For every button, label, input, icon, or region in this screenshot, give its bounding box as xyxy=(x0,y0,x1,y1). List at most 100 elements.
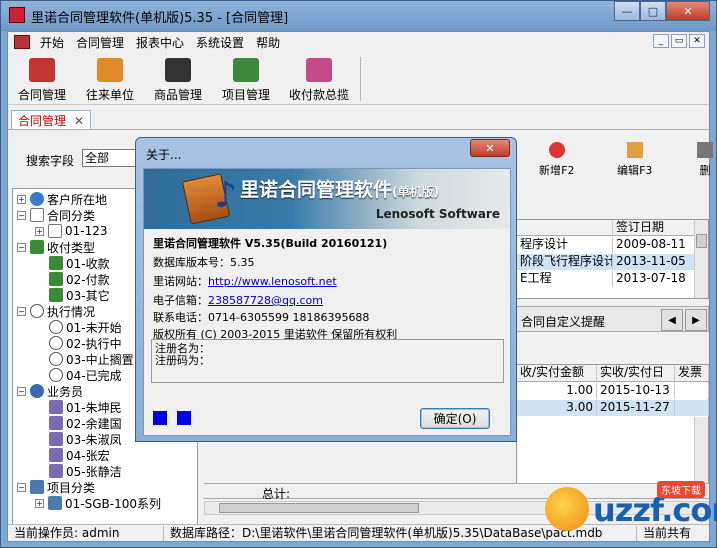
tree-node[interactable]: 01-未开始 xyxy=(49,319,122,335)
toolbar-goods-button[interactable]: 商品管理 xyxy=(144,53,212,105)
minimize-button[interactable]: — xyxy=(614,1,640,21)
document-icon xyxy=(48,224,62,238)
project-folder-icon xyxy=(48,496,62,510)
mdi-restore-button[interactable]: ▭ xyxy=(671,34,687,48)
email-link[interactable]: 238587728@qq.com xyxy=(208,294,323,307)
table-row[interactable]: 3.00 2015-11-27 xyxy=(517,400,709,416)
plus-icon xyxy=(548,142,565,158)
tree-node[interactable]: − 业务员 xyxy=(17,383,83,399)
tree-node[interactable]: 01-朱坤民 xyxy=(49,399,122,415)
grid-header: 收/实付金额 实收/实付日 发票 xyxy=(517,365,709,382)
toolbar-project-button[interactable]: 项目管理 xyxy=(212,53,280,105)
product-version: 里诺合同管理软件 V5.35(Build 20160121) xyxy=(153,237,388,250)
tree-node[interactable]: − 收付类型 xyxy=(17,239,95,255)
tree-node[interactable]: 04-张宏 xyxy=(49,447,110,463)
user-icon xyxy=(49,400,63,414)
folder-icon xyxy=(30,208,44,222)
clock-icon xyxy=(49,352,63,366)
tree-node[interactable]: 05-张静洁 xyxy=(49,463,122,479)
tree-node[interactable]: 02-付款 xyxy=(49,271,110,287)
toolbar-contract-button[interactable]: 合同管理 xyxy=(8,53,76,105)
delete-button[interactable]: 删 xyxy=(697,142,713,178)
scrollbar-thumb[interactable] xyxy=(696,234,707,248)
blue-square-icon xyxy=(153,411,167,425)
email-row: 电子信箱：238587728@qq.com xyxy=(153,294,323,307)
menu-bar: 开始 合同管理 报表中心 系统设置 帮助 _ ▭ ✕ xyxy=(8,32,709,52)
search-label: 搜索字段 xyxy=(26,154,75,168)
title-bar[interactable]: 里诺合同管理软件(单机版)5.35 - [合同管理] — □ ✕ xyxy=(1,1,716,31)
mdi-minimize-button[interactable]: _ xyxy=(653,34,669,48)
menu-help[interactable]: 帮助 xyxy=(250,34,286,51)
scrollbar-thumb[interactable] xyxy=(219,503,419,513)
tree-node[interactable]: − 项目分类 xyxy=(17,479,95,495)
clock-icon xyxy=(49,368,63,382)
menu-settings[interactable]: 系统设置 xyxy=(190,34,250,51)
project-icon xyxy=(233,58,259,82)
dialog-close-button[interactable]: ✕ xyxy=(470,139,510,157)
table-row[interactable]: 1.00 2015-10-13 xyxy=(517,383,709,399)
menu-contract[interactable]: 合同管理 xyxy=(70,34,130,51)
user-icon xyxy=(30,384,44,398)
tab-custom-reminder[interactable]: 合同自定义提醒 xyxy=(521,313,605,330)
add-button[interactable]: 新增F2 xyxy=(539,142,574,178)
tree-node[interactable]: +01-SGB-100系列 xyxy=(35,495,161,511)
tree-node[interactable]: +01-123 xyxy=(35,223,108,239)
table-row[interactable]: 阶段飞行程序设计 2013-11-05 xyxy=(517,254,695,270)
maximize-button[interactable]: □ xyxy=(640,1,666,21)
tab-prev-button[interactable]: ◀ xyxy=(661,309,683,331)
tree-node[interactable]: 01-收款 xyxy=(49,255,110,271)
toolbar-payment-button[interactable]: 收付款总揽 xyxy=(280,53,358,105)
menu-reports[interactable]: 报表中心 xyxy=(130,34,190,51)
payment-grid: 收/实付金额 实收/实付日 发票 1.00 2015-10-13 3.00 20… xyxy=(516,364,709,494)
tree-node[interactable]: 02-余建国 xyxy=(49,415,122,431)
contract-grid: 签订日期 程序设计 2009-08-11 阶段飞行程序设计 2013-11-05… xyxy=(516,219,709,299)
user-icon xyxy=(49,416,63,430)
close-button[interactable]: ✕ xyxy=(666,1,710,21)
user-icon xyxy=(49,448,63,462)
website-link[interactable]: http://www.lenosoft.net xyxy=(208,275,337,288)
edit-button[interactable]: 编辑F3 xyxy=(617,142,652,178)
music-note-icon: ♪ xyxy=(214,175,237,216)
tree-node[interactable]: − 执行情况 xyxy=(17,303,95,319)
blue-square-icon xyxy=(177,411,191,425)
app-icon xyxy=(9,7,25,23)
contacts-icon xyxy=(97,58,123,82)
detail-tab-strip: 合同自定义提醒 ◀ ▶ xyxy=(516,306,709,332)
tab-next-button[interactable]: ▶ xyxy=(685,309,707,331)
watermark-logo: uzzf.com 东坡下载 xyxy=(545,481,717,541)
user-icon xyxy=(49,432,63,446)
table-row[interactable]: 程序设计 2009-08-11 xyxy=(517,237,695,253)
receipt-icon xyxy=(49,288,63,302)
grid-vertical-scrollbar[interactable] xyxy=(694,220,708,298)
registration-box: 注册名为： 注册码为： xyxy=(151,339,504,383)
reg-code-label: 注册码为： xyxy=(155,354,210,367)
mdi-close-button[interactable]: ✕ xyxy=(689,34,705,48)
tree-node[interactable]: 03-中止搁置 xyxy=(49,351,134,367)
tab-close-icon[interactable]: ✕ xyxy=(74,114,84,128)
website-row: 里诺网站：http://www.lenosoft.net xyxy=(153,275,337,288)
tree-node[interactable]: 04-已完成 xyxy=(49,367,122,383)
tree-node[interactable]: 02-执行中 xyxy=(49,335,122,351)
clock-icon xyxy=(30,304,44,318)
about-dialog: 关于... ✕ ♪ 里诺合同管理软件(单机版) Lenosoft Softwar… xyxy=(135,137,517,442)
pencil-icon xyxy=(626,142,643,158)
receipt-icon xyxy=(49,256,63,270)
tree-node[interactable]: + 客户所在地 xyxy=(17,191,107,207)
tree-node[interactable]: 03-其它 xyxy=(49,287,110,303)
watermark-logo-icon xyxy=(545,487,589,531)
tab-contract-management[interactable]: 合同管理 ✕ xyxy=(11,110,92,130)
table-row[interactable]: E工程 2013-07-18 xyxy=(517,271,695,287)
menu-start[interactable]: 开始 xyxy=(34,34,70,51)
user-icon xyxy=(49,464,63,478)
contract-icon xyxy=(29,58,55,82)
db-version: 数据库版本号：5.35 xyxy=(153,256,255,269)
toolbar-contacts-button[interactable]: 往来单位 xyxy=(76,53,144,105)
mdi-doc-icon xyxy=(14,35,30,49)
tree-node[interactable]: − 合同分类 xyxy=(17,207,95,223)
status-operator: 当前操作员: admin xyxy=(8,525,164,541)
globe-icon xyxy=(30,192,44,206)
dialog-title: 关于... xyxy=(146,148,182,162)
tree-node[interactable]: 03-朱淑凤 xyxy=(49,431,122,447)
ok-button[interactable]: 确定(O) xyxy=(420,408,490,429)
receipt-icon xyxy=(30,240,44,254)
